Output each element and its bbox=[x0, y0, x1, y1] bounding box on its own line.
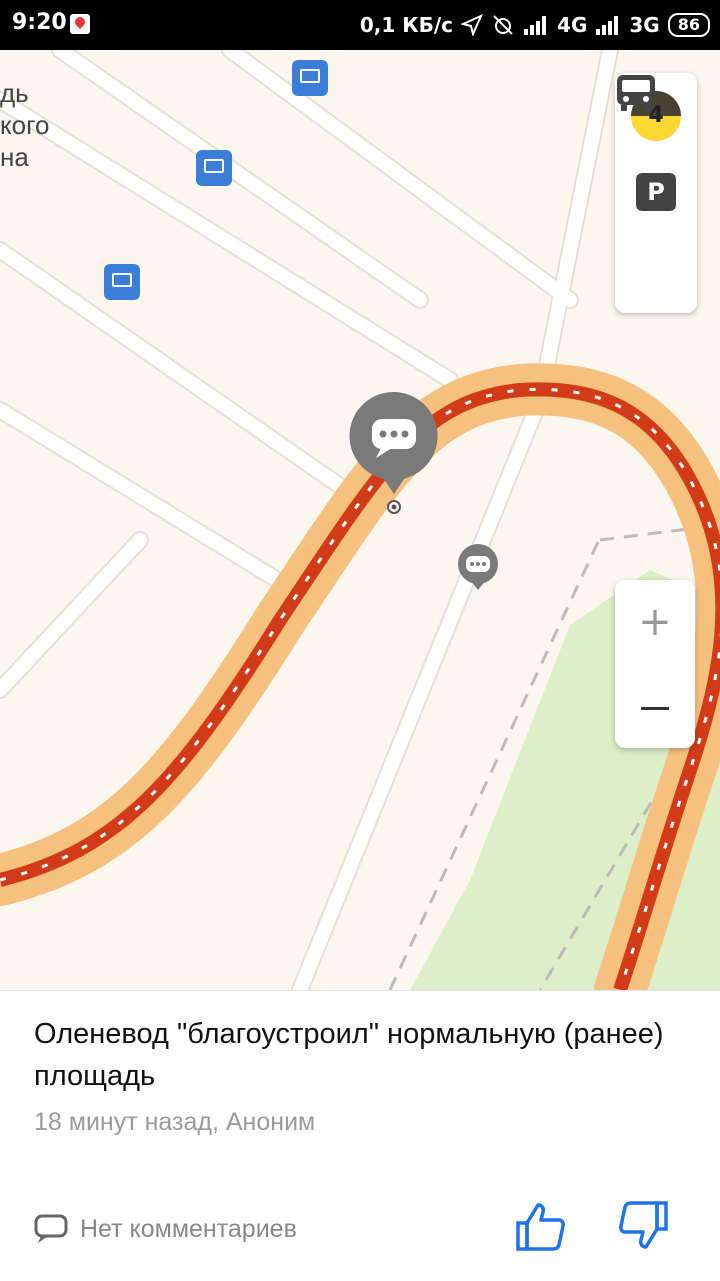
bus-stop-icon[interactable] bbox=[196, 150, 232, 186]
battery-icon: 86 bbox=[667, 13, 710, 37]
place-label-line-3: на bbox=[0, 142, 29, 172]
traffic-level-value: 4 bbox=[648, 103, 664, 128]
bus-stop-icon[interactable] bbox=[104, 264, 140, 300]
parking-button[interactable]: P bbox=[636, 173, 676, 211]
comments-link[interactable]: Нет комментариев bbox=[34, 1213, 297, 1245]
map-view[interactable]: дь кого на 4 P + bbox=[0, 50, 720, 990]
signal-icon-2 bbox=[596, 16, 619, 35]
map-layer-controls: 4 P bbox=[615, 73, 697, 313]
maps-notification-icon bbox=[70, 14, 90, 34]
comment-title: Оленевод "благоустроил" нормальную (ране… bbox=[34, 1018, 664, 1092]
status-right: 0,1 КБ/с 4G 3G 86 bbox=[360, 10, 710, 40]
alarm-off-icon bbox=[493, 15, 513, 35]
net-speed: 0,1 КБ/с bbox=[359, 13, 454, 37]
status-bar: 9:20 0,1 КБ/с 4G 3G 86 bbox=[0, 0, 720, 50]
like-icon[interactable] bbox=[514, 1201, 566, 1253]
comment-bubble-icon bbox=[34, 1214, 68, 1243]
network-type-1: 4G bbox=[557, 13, 588, 37]
dislike-icon[interactable] bbox=[618, 1199, 670, 1251]
map-canvas[interactable] bbox=[0, 50, 720, 990]
status-time: 9:20 bbox=[12, 10, 67, 35]
comment-card: Оленевод "благоустроил" нормальную (ране… bbox=[0, 990, 720, 1281]
signal-icon-1 bbox=[524, 16, 547, 35]
zoom-controls: + bbox=[615, 580, 695, 748]
comments-label: Нет комментариев bbox=[80, 1214, 297, 1243]
bus-stop-icon[interactable] bbox=[292, 60, 328, 96]
place-label-line-1: дь bbox=[0, 78, 29, 108]
zoom-in-button[interactable]: + bbox=[615, 580, 695, 664]
place-label-line-2: кого bbox=[0, 110, 50, 140]
minus-icon bbox=[641, 706, 669, 710]
zoom-out-button[interactable] bbox=[615, 664, 695, 748]
location-arrow-icon bbox=[461, 14, 484, 36]
network-type-2: 3G bbox=[629, 13, 660, 37]
comment-meta: 18 минут назад, Аноним bbox=[34, 1108, 316, 1136]
